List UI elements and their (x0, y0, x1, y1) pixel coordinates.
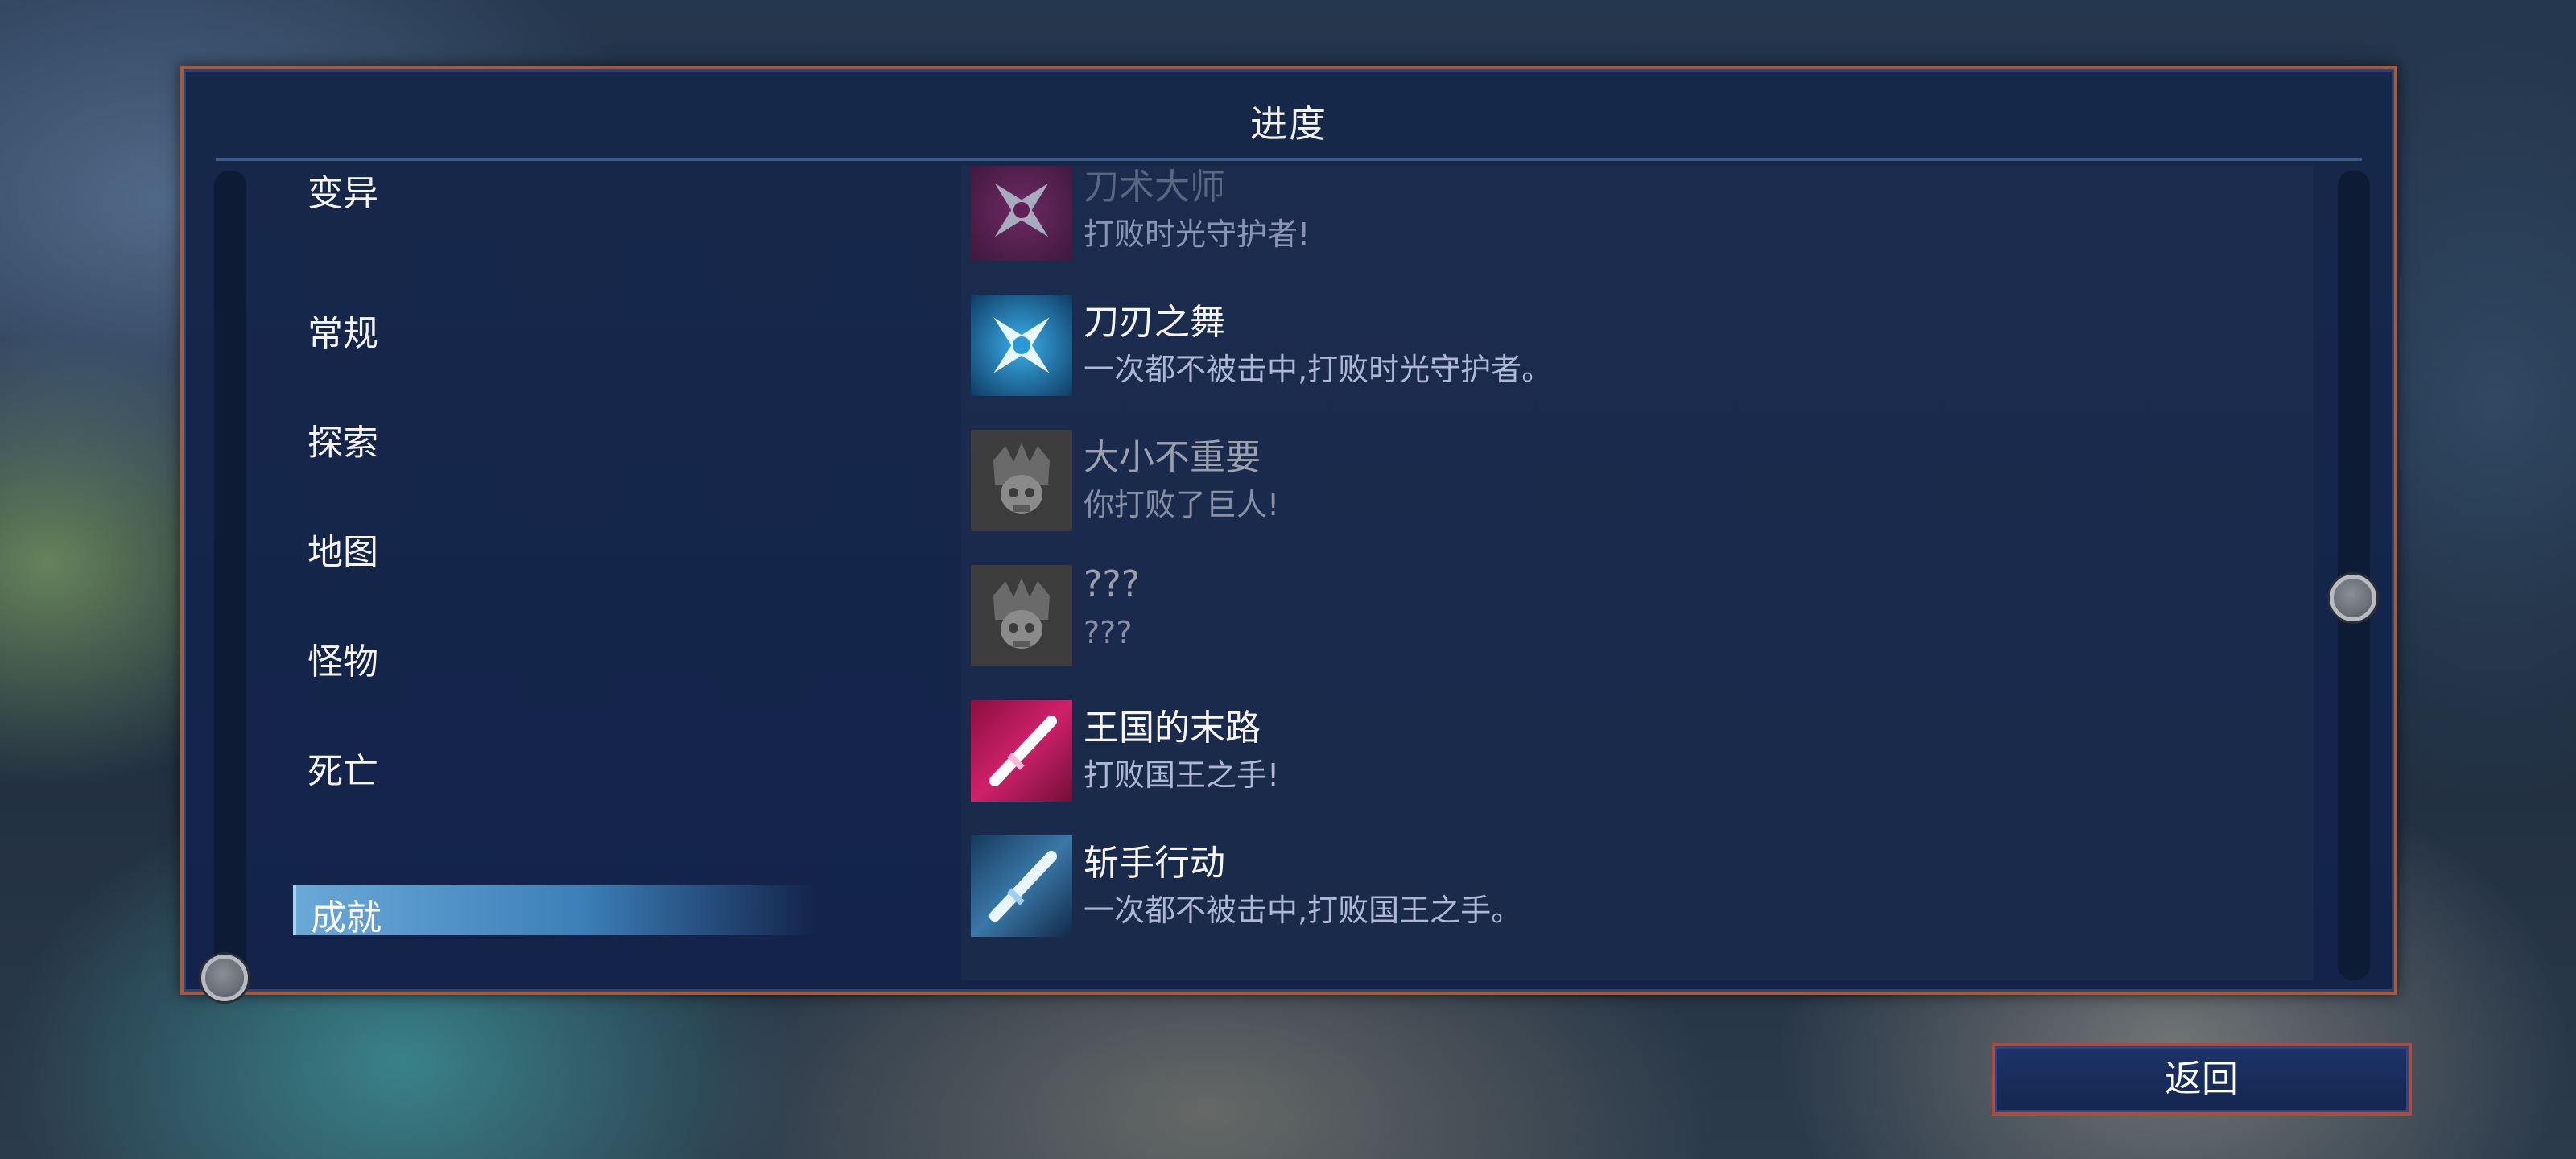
achievement-title: ??? (1084, 563, 1141, 604)
category-item-monsters[interactable]: 怪物 (308, 633, 378, 684)
achievement-description: 一次都不被击中,打败国王之手。 (1084, 893, 1522, 928)
achievement-title: 大小不重要 (1084, 437, 1261, 478)
shuriken-pink-icon (971, 166, 1072, 261)
achievement-item[interactable]: 大小不重要 你打败了巨人! (971, 430, 2291, 534)
blade-blue-icon (971, 835, 1072, 937)
achievement-item[interactable]: 斩手行动 一次都不被击中,打败国王之手。 (971, 835, 2291, 940)
category-item-death[interactable]: 死亡 (308, 742, 378, 794)
progress-panel: 进度 变异 常规 探索 地图 怪物 死亡 成就 刀术大师 打败时光守护者! 刀刃… (180, 66, 2397, 1001)
achievement-title: 王国的末路 (1084, 707, 1261, 749)
achievement-description: 一次都不被击中,打败时光守护者。 (1084, 352, 1553, 387)
achievement-item[interactable]: ??? ??? (971, 563, 2291, 670)
achievement-title: 刀术大师 (1084, 167, 1225, 208)
achievement-description: ??? (1084, 615, 1133, 650)
category-item-exploration[interactable]: 探索 (308, 414, 378, 465)
achievement-description: 你打败了巨人! (1084, 487, 1280, 522)
shuriken-blue-icon (971, 295, 1072, 396)
category-list: 变异 常规 探索 地图 怪物 死亡 成就 (184, 69, 989, 992)
achievement-description: 打败时光守护者! (1084, 217, 1311, 252)
skull-crown-icon (971, 565, 1072, 666)
category-item-mutation[interactable]: 变异 (308, 164, 378, 216)
category-item-label: 成就 (311, 897, 382, 938)
achievement-item[interactable]: 刀术大师 打败时光守护者! (971, 166, 2291, 264)
achievement-scrollbar-knob[interactable] (2330, 575, 2376, 621)
achievement-item[interactable]: 刀刃之舞 一次都不被击中,打败时光守护者。 (971, 295, 2291, 399)
category-item-general[interactable]: 常规 (308, 304, 378, 356)
achievement-title: 刀刃之舞 (1084, 302, 1225, 343)
achievement-item[interactable]: 王国的末路 打败国王之手! (971, 700, 2291, 805)
achievement-title: 斩手行动 (1084, 843, 1225, 884)
back-button[interactable]: 返回 (1992, 1043, 2412, 1116)
category-item-achievements[interactable]: 成就 (293, 885, 816, 938)
blade-pink-icon (971, 700, 1072, 802)
achievement-list: 刀术大师 打败时光守护者! 刀刃之舞 一次都不被击中,打败时光守护者。 大小不重… (961, 166, 2314, 980)
achievement-description: 打败国王之手! (1084, 757, 1280, 793)
category-item-map[interactable]: 地图 (308, 523, 378, 575)
skull-crown-icon (971, 430, 1072, 531)
